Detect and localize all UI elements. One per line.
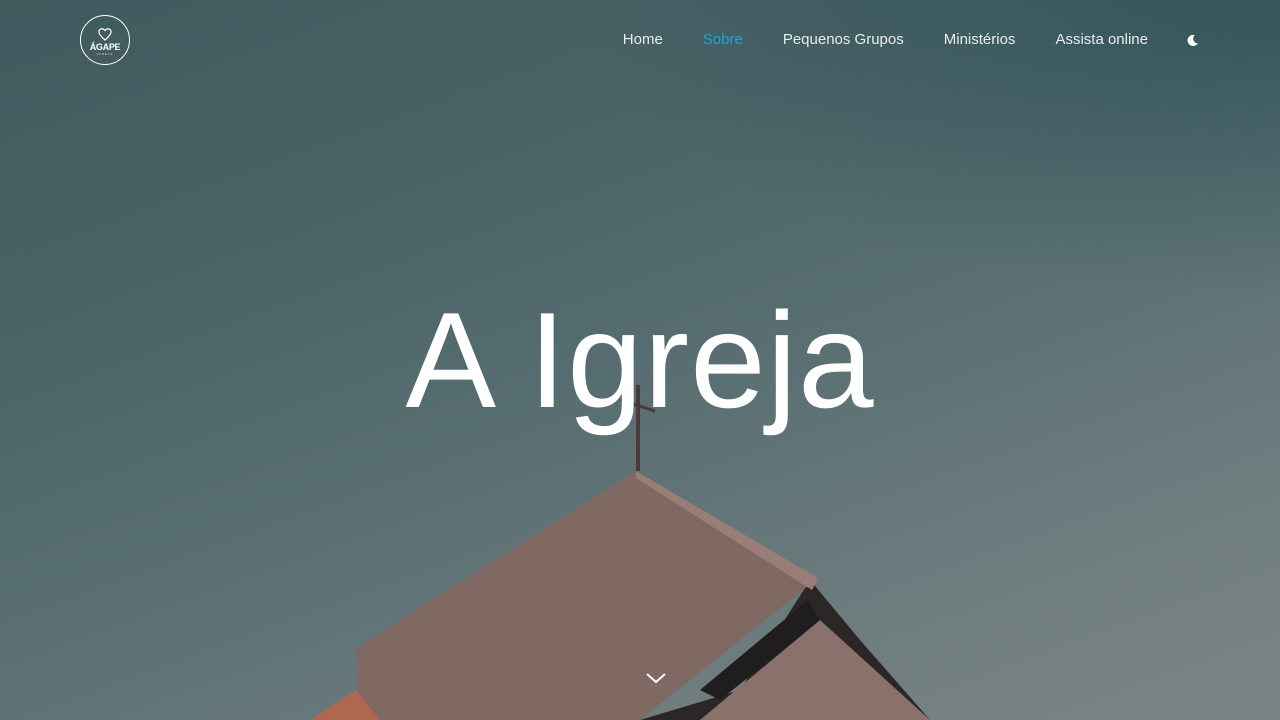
- hero-title: A Igreja: [405, 284, 875, 436]
- chevron-down-icon[interactable]: [645, 670, 667, 686]
- main-menu: Home Sobre Pequenos Grupos Ministérios A…: [623, 30, 1200, 50]
- nav-link-ministerios[interactable]: Ministérios: [944, 30, 1016, 50]
- moon-icon: [1187, 34, 1198, 46]
- nav-link-pequenos-grupos[interactable]: Pequenos Grupos: [783, 30, 904, 50]
- theme-toggle-button[interactable]: [1184, 32, 1200, 48]
- nav-link-assista-online[interactable]: Assista online: [1055, 30, 1148, 50]
- heart-icon: [98, 27, 112, 41]
- nav-link-sobre[interactable]: Sobre: [703, 30, 743, 50]
- logo-text: ÁGAPE: [89, 41, 121, 52]
- top-navigation: ÁGAPE IGREJA Home Sobre Pequenos Grupos …: [0, 0, 1280, 80]
- agape-logo[interactable]: ÁGAPE IGREJA: [80, 15, 130, 65]
- nav-link-home[interactable]: Home: [623, 30, 663, 50]
- logo-subtext: IGREJA: [96, 51, 114, 56]
